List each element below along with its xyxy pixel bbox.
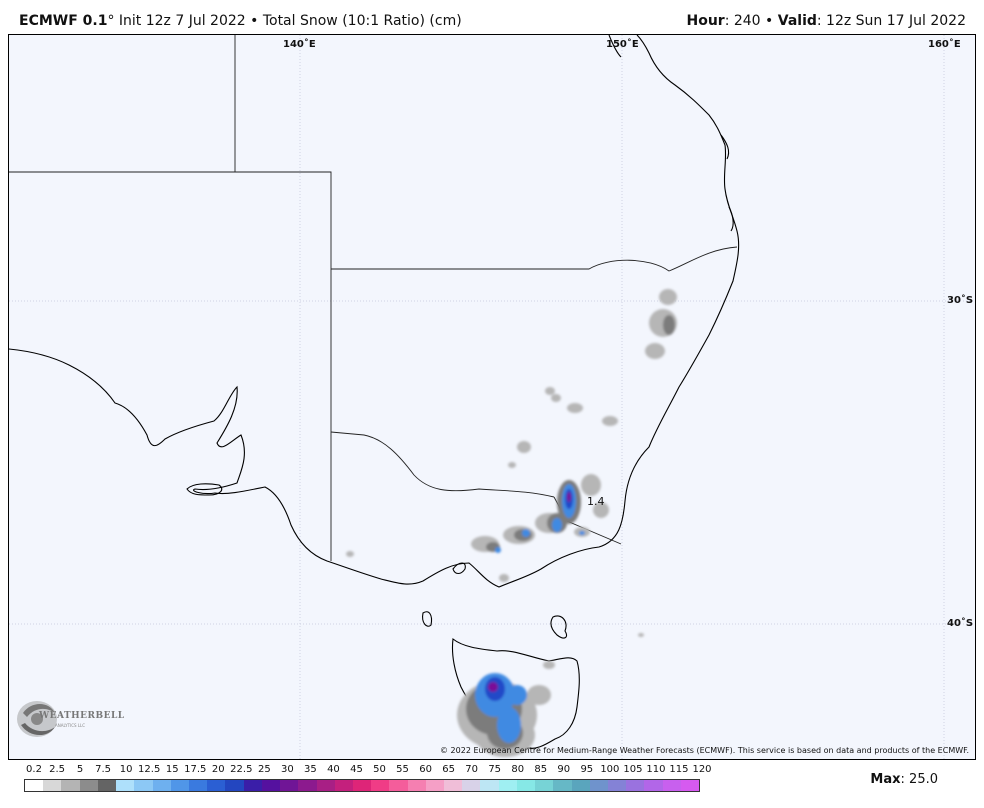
lon-label-150: 150˚E	[606, 39, 639, 50]
legend-tick-label: 45	[350, 764, 363, 775]
header-valid-time: Hour: 240 • Valid: 12z Sun 17 Jul 2022	[686, 13, 966, 29]
legend-swatch	[571, 780, 590, 791]
legend-tick-label: 35	[304, 764, 317, 775]
map-panel[interactable]: 140˚E 150˚E 160˚E 30˚S 40˚S 1.4 WEATHERB…	[8, 34, 976, 760]
legend-tick-label: 95	[580, 764, 594, 775]
state-borders	[9, 35, 738, 561]
legend-swatch	[61, 780, 80, 791]
legend-swatch	[243, 780, 262, 791]
legend-tick-label: 70	[465, 764, 479, 775]
logo-text: WEATHERBELL	[39, 711, 125, 721]
legend-tick-label: 110	[646, 764, 666, 775]
max-label: Max	[870, 772, 901, 787]
graticule	[9, 35, 975, 759]
weatherbell-logo: WEATHERBELL ANALYTICS LLC	[13, 695, 124, 745]
legend-tick-label: 2.5	[49, 764, 65, 775]
legend-swatch	[280, 780, 299, 791]
color-legend: 0.2 2.5 5 7.5 10 12.5 15 17.5 20 22.5 25 30 35 40 45 50…	[22, 764, 712, 794]
legend-tick-label: 85	[534, 764, 548, 775]
legend-tick-label: 25	[257, 764, 271, 775]
legend-swatch	[589, 780, 608, 791]
max-value-display: Max: 25.0	[870, 772, 938, 787]
legend-swatch	[25, 780, 44, 791]
legend-swatch	[152, 780, 171, 791]
legend-swatch	[371, 780, 390, 791]
legend-swatch	[389, 780, 408, 791]
legend-swatch	[97, 780, 117, 791]
legend-swatch	[43, 780, 62, 791]
legend-tick-label: 40	[327, 764, 340, 775]
legend-swatch	[444, 780, 463, 791]
legend-swatch	[207, 780, 226, 791]
header-title: ECMWF 0.1° Init 12z 7 Jul 2022 • Total S…	[19, 13, 462, 29]
legend-swatch	[644, 780, 663, 791]
legend-swatch	[225, 780, 244, 791]
legend-swatch	[188, 780, 208, 791]
legend-swatch	[662, 780, 681, 791]
legend-swatch	[407, 780, 426, 791]
legend-swatch	[553, 780, 572, 791]
legend-tick-label: 90	[557, 764, 571, 775]
legend-swatch	[352, 780, 372, 791]
legend-swatch	[626, 780, 645, 791]
legend-tick-label: 5	[76, 764, 84, 775]
header: ECMWF 0.1° Init 12z 7 Jul 2022 • Total S…	[8, 10, 976, 34]
legend-swatch	[516, 780, 536, 791]
lon-label-160: 160˚E	[928, 39, 961, 50]
hour-label: Hour	[686, 13, 725, 29]
lon-label-140: 140˚E	[283, 39, 316, 50]
legend-tick-label: 10	[119, 764, 133, 775]
legend-swatch	[261, 780, 281, 791]
valid-value: : 12z Sun 17 Jul 2022	[816, 13, 966, 29]
max-value: : 25.0	[900, 772, 938, 787]
legend-tick-label: 120	[692, 764, 712, 775]
legend-tick-label: 50	[373, 764, 386, 775]
snowfall-shading	[346, 289, 677, 757]
legend-tick-label: 0.2	[26, 764, 42, 775]
init-info: Init 12z 7 Jul 2022 • Total Snow (10:1 R…	[114, 13, 462, 29]
legend-swatch	[425, 780, 445, 791]
coastline	[9, 35, 740, 749]
legend-tick-label: 17.5	[184, 764, 207, 775]
legend-tick-label: 115	[669, 764, 689, 775]
valid-label: Valid	[777, 13, 817, 29]
legend-swatch	[462, 780, 481, 791]
legend-swatch	[680, 780, 700, 791]
legend-swatch	[498, 780, 517, 791]
legend-tick-label: 30	[281, 764, 294, 775]
legend-swatch	[316, 780, 335, 791]
legend-swatch	[116, 780, 135, 791]
legend-tick-label: 75	[488, 764, 502, 775]
legend-swatch	[480, 780, 499, 791]
legend-swatch	[298, 780, 317, 791]
legend-tick-label: 15	[165, 764, 179, 775]
legend-swatch	[79, 780, 98, 791]
map-canvas	[9, 35, 975, 759]
legend-tick-label: 12.5	[138, 764, 161, 775]
legend-swatch	[170, 780, 189, 791]
legend-tick-label: 20	[211, 764, 225, 775]
model-name: ECMWF 0.1	[19, 13, 108, 29]
legend-tick-label: 55	[396, 764, 409, 775]
lat-label-30s: 30˚S	[947, 295, 974, 306]
legend-tick-label: 60	[419, 764, 432, 775]
max-point-label: 1.4	[587, 495, 605, 508]
legend-tick-label: 100	[600, 764, 620, 775]
legend-swatch	[134, 780, 153, 791]
copyright-notice: © 2022 European Centre for Medium-Range …	[440, 746, 969, 755]
legend-tick-label: 105	[623, 764, 643, 775]
legend-tick-label: 22.5	[230, 764, 253, 775]
legend-swatch	[535, 780, 554, 791]
legend-swatch	[334, 780, 353, 791]
legend-colorbar	[24, 779, 700, 792]
legend-ticks: 0.2 2.5 5 7.5 10 12.5 15 17.5 20 22.5 25 30 35 40 45 50…	[22, 764, 712, 778]
lat-label-40s: 40˚S	[947, 618, 974, 629]
legend-swatch	[608, 780, 627, 791]
logo-subtext: ANALYTICS LLC	[55, 723, 86, 728]
legend-tick-label: 7.5	[95, 764, 112, 775]
legend-tick-label: 65	[442, 764, 455, 775]
hour-value: : 240 •	[724, 13, 778, 29]
legend-tick-label: 80	[511, 764, 525, 775]
